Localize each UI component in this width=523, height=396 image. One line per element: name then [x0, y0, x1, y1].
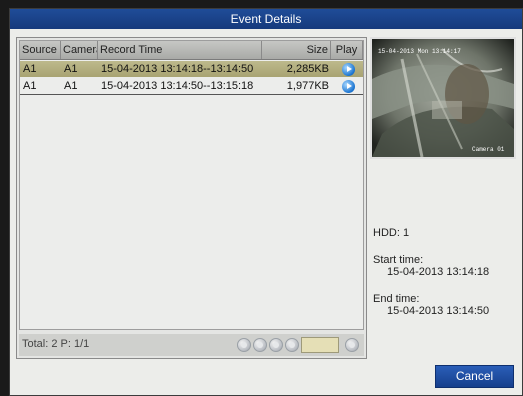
video-preview: 15-04-2013 Mon 13:14:17 Camera 01 [370, 37, 516, 159]
cell-size: 1,977KB [286, 80, 329, 92]
play-cell [331, 79, 363, 93]
cell-camera: A1 [64, 80, 78, 92]
pagination-bar: Total: 2 P: 1/1 [19, 334, 364, 356]
play-cell [331, 62, 363, 76]
end-time-label: End time: [373, 293, 420, 305]
start-time-value: 15-04-2013 13:14:18 [387, 266, 490, 278]
total-count-label: Total: 2 P: 1/1 [22, 338, 90, 350]
cell-record-time: 15-04-2013 13:14:50--13:15:18 [101, 80, 254, 92]
table-row[interactable]: A1 A1 15-04-2013 13:14:50--13:15:18 1,97… [20, 78, 363, 95]
cell-source: A1 [23, 80, 37, 92]
cell-camera: A1 [64, 63, 78, 75]
column-header-play[interactable]: Play [331, 41, 363, 59]
preview-timestamp: 15-04-2013 Mon 13:14:17 [378, 48, 461, 55]
last-page-icon[interactable] [285, 338, 299, 352]
camera-frame-image: 15-04-2013 Mon 13:14:17 Camera 01 [372, 39, 514, 157]
end-time-value: 15-04-2013 13:14:50 [387, 305, 490, 317]
cell-size: 2,285KB [286, 63, 329, 75]
play-icon[interactable] [342, 79, 355, 93]
preview-camera-label: Camera 01 [472, 146, 505, 153]
cancel-button[interactable]: Cancel [435, 365, 514, 388]
column-header-size[interactable]: Size [262, 41, 331, 59]
event-details-dialog: Event Details Source Camera Record Time … [9, 8, 523, 396]
play-icon[interactable] [342, 62, 355, 76]
event-table: Source Camera Record Time Size Play A1 A… [19, 40, 364, 330]
column-header-record-time[interactable]: Record Time [98, 41, 262, 59]
start-time-label: Start time: [373, 254, 424, 266]
previous-page-icon[interactable] [253, 338, 267, 352]
table-row[interactable]: A1 A1 15-04-2013 13:14:18--13:14:50 2,28… [20, 61, 363, 77]
column-header-camera[interactable]: Camera [61, 41, 98, 59]
hdd-label: HDD: 1 [373, 227, 410, 239]
column-header-source[interactable]: Source [20, 41, 61, 59]
dialog-title: Event Details [10, 9, 522, 29]
table-header: Source Camera Record Time Size Play [20, 41, 363, 60]
cell-record-time: 15-04-2013 13:14:18--13:14:50 [101, 63, 254, 75]
event-list-panel: Source Camera Record Time Size Play A1 A… [16, 37, 367, 359]
next-page-icon[interactable] [269, 338, 283, 352]
cell-source: A1 [23, 63, 37, 75]
go-page-icon[interactable] [345, 338, 359, 352]
page-number-input[interactable] [301, 337, 339, 353]
first-page-icon[interactable] [237, 338, 251, 352]
